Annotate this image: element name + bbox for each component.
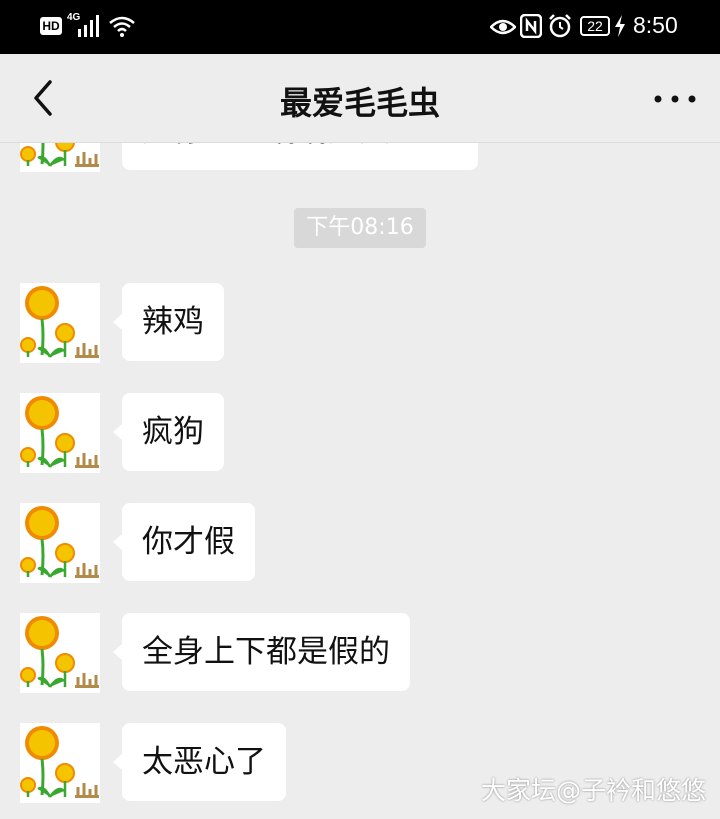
avatar[interactable]	[20, 142, 100, 172]
alarm-icon	[549, 14, 571, 38]
avatar[interactable]	[20, 613, 100, 693]
message-bubble[interactable]: 是你一直嘀嘀是天吧。	[122, 142, 478, 170]
avatar[interactable]	[20, 283, 100, 363]
message-timestamp: 下午08:16	[294, 208, 426, 248]
watermark: 大家坛@子衿和悠悠	[480, 776, 706, 805]
clock-time: 8:50	[633, 12, 678, 38]
sunflower-avatar-icon	[20, 723, 100, 803]
more-options-button[interactable]	[650, 92, 700, 106]
message-bubble[interactable]: 辣鸡	[113, 283, 224, 361]
sunflower-avatar-icon	[20, 613, 100, 693]
cellular-signal-icon	[78, 15, 99, 37]
nfc-icon	[520, 14, 542, 38]
wifi-icon	[109, 16, 135, 37]
avatar[interactable]	[20, 723, 100, 803]
sunflower-avatar-icon	[20, 142, 100, 172]
message-bubble[interactable]: 太恶心了	[113, 723, 286, 801]
hd-icon: HD	[40, 17, 62, 35]
chat-message-list[interactable]: 是你一直嘀嘀是天吧。 下午08:16 辣鸡 疯狗	[0, 142, 720, 819]
status-bar: HD 4G 22 8:50	[0, 0, 720, 54]
message-bubble[interactable]: 全身上下都是假的	[113, 613, 410, 691]
sunflower-avatar-icon	[20, 283, 100, 363]
battery-icon: 22	[580, 16, 610, 36]
eye-comfort-icon	[490, 19, 516, 35]
chat-title: 最爱毛毛虫	[279, 84, 440, 122]
charging-icon	[615, 15, 625, 37]
message-bubble[interactable]: 疯狗	[113, 393, 224, 471]
message-bubble[interactable]: 你才假	[113, 503, 255, 581]
avatar[interactable]	[20, 503, 100, 583]
chat-header: 最爱毛毛虫	[0, 54, 720, 143]
sunflower-avatar-icon	[20, 393, 100, 473]
avatar[interactable]	[20, 393, 100, 473]
sunflower-avatar-icon	[20, 503, 100, 583]
